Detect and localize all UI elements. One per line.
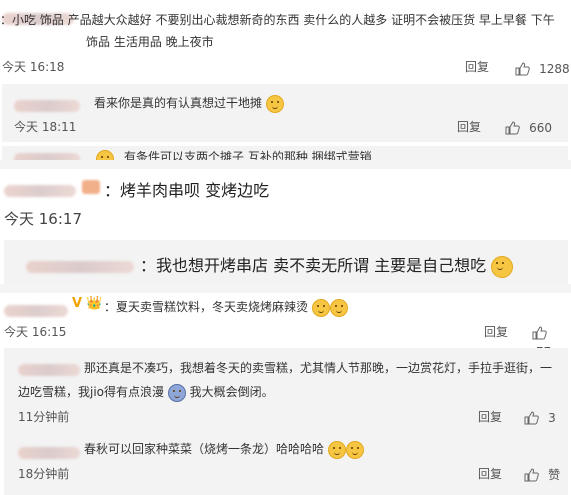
reply-like-button[interactable]: 660 — [505, 117, 552, 136]
reply-text-end: 我大概会倒闭。 — [189, 385, 274, 399]
reply-like-button[interactable]: 赞 — [524, 464, 560, 483]
avatar-emoji-icon — [167, 383, 186, 402]
comment-time: 今天 16:17 — [4, 210, 82, 228]
badge-icon: 👑 — [86, 296, 103, 311]
reply-text: 那还真是不凑巧，我想着冬天的卖雪糕，尤其情人节那晚，一边赏花灯，手拉手逛街，一边… — [18, 361, 553, 399]
reply-text: 看来你是真的有认真想过干地摊 — [94, 96, 263, 110]
thumbs-up-icon — [524, 410, 539, 424]
reply-text: ：我也想开烤串店 卖不卖无所谓 主要是自己想吃 — [140, 256, 487, 275]
reply-reply-button[interactable]: 回复 — [457, 118, 481, 135]
reply-text-cut: 有条件可以支两个摊子 互补的那种 捆绑式营销 — [124, 150, 372, 160]
reply-button[interactable]: 回复 — [465, 58, 489, 75]
reply-time: 18分钟前 — [18, 467, 70, 481]
comment-time: 今天 16:18 — [2, 60, 65, 74]
emoji-icon — [327, 440, 346, 459]
reply-like-count: 3 — [548, 411, 556, 425]
reply-time: 今天 18:11 — [14, 120, 77, 134]
divider — [0, 284, 571, 293]
comment-text: ：烤羊肉串呗 变烤边吃 — [104, 181, 270, 200]
reply-box: 看来你是真的有认真想过干地摊 今天 18:11 回复 660 — [2, 84, 568, 142]
emoji-icon — [96, 149, 114, 160]
reply-reply-button[interactable]: 回复 — [478, 465, 502, 482]
like-count: 1288 — [539, 62, 570, 76]
thumbs-up-icon — [515, 61, 530, 75]
reply-like-count: 660 — [529, 121, 552, 135]
reply-username-blurred[interactable] — [14, 95, 80, 114]
badge-icon — [82, 180, 100, 194]
comment-time: 今天 16:15 — [4, 325, 67, 339]
thumbs-up-icon — [505, 120, 520, 134]
like-button[interactable]: 1288 — [515, 58, 570, 77]
reply-like-label: 赞 — [548, 468, 561, 482]
reply-text: 春秋可以回家种菜菜（烧烤一条龙）哈哈哈哈 — [84, 442, 325, 456]
vip-v-icon: V — [72, 296, 83, 311]
emoji-icon — [491, 255, 514, 278]
reply-username-blurred[interactable] — [26, 256, 134, 275]
reply-box: ：我也想开烤串店 卖不卖无所谓 主要是自己想吃 — [4, 240, 568, 284]
thumbs-up-icon — [532, 325, 547, 339]
reply-time: 11分钟前 — [18, 410, 70, 424]
reply-button[interactable]: 回复 — [484, 323, 508, 340]
emoji-icon — [329, 298, 348, 317]
reply-box-cut: 有条件可以支两个摊子 互补的那种 捆绑式营销 — [2, 146, 568, 160]
reply-username-blurred[interactable] — [18, 442, 80, 461]
thumbs-up-icon — [524, 467, 539, 481]
username-blurred[interactable] — [4, 300, 68, 319]
emoji-icon — [311, 298, 330, 317]
username-blurred[interactable] — [4, 180, 76, 199]
reply-reply-button[interactable]: 回复 — [478, 408, 502, 425]
divider — [0, 160, 571, 169]
reply-like-button[interactable]: 3 — [524, 407, 556, 426]
emoji-icon — [345, 440, 364, 459]
reply-list: 那还真是不凑巧，我想着冬天的卖雪糕，尤其情人节那晚，一边赏花灯，手拉手逛街，一边… — [4, 348, 568, 495]
comment-text: ：夏天卖雪糕饮料，冬天卖烧烤麻辣烫 — [104, 300, 309, 314]
comment-text: ：小吃 饰品 产品越大众越好 不要别出心裁想新奇的东西 卖什么的人越多 证明不会… — [0, 13, 555, 49]
emoji-icon — [265, 94, 284, 113]
